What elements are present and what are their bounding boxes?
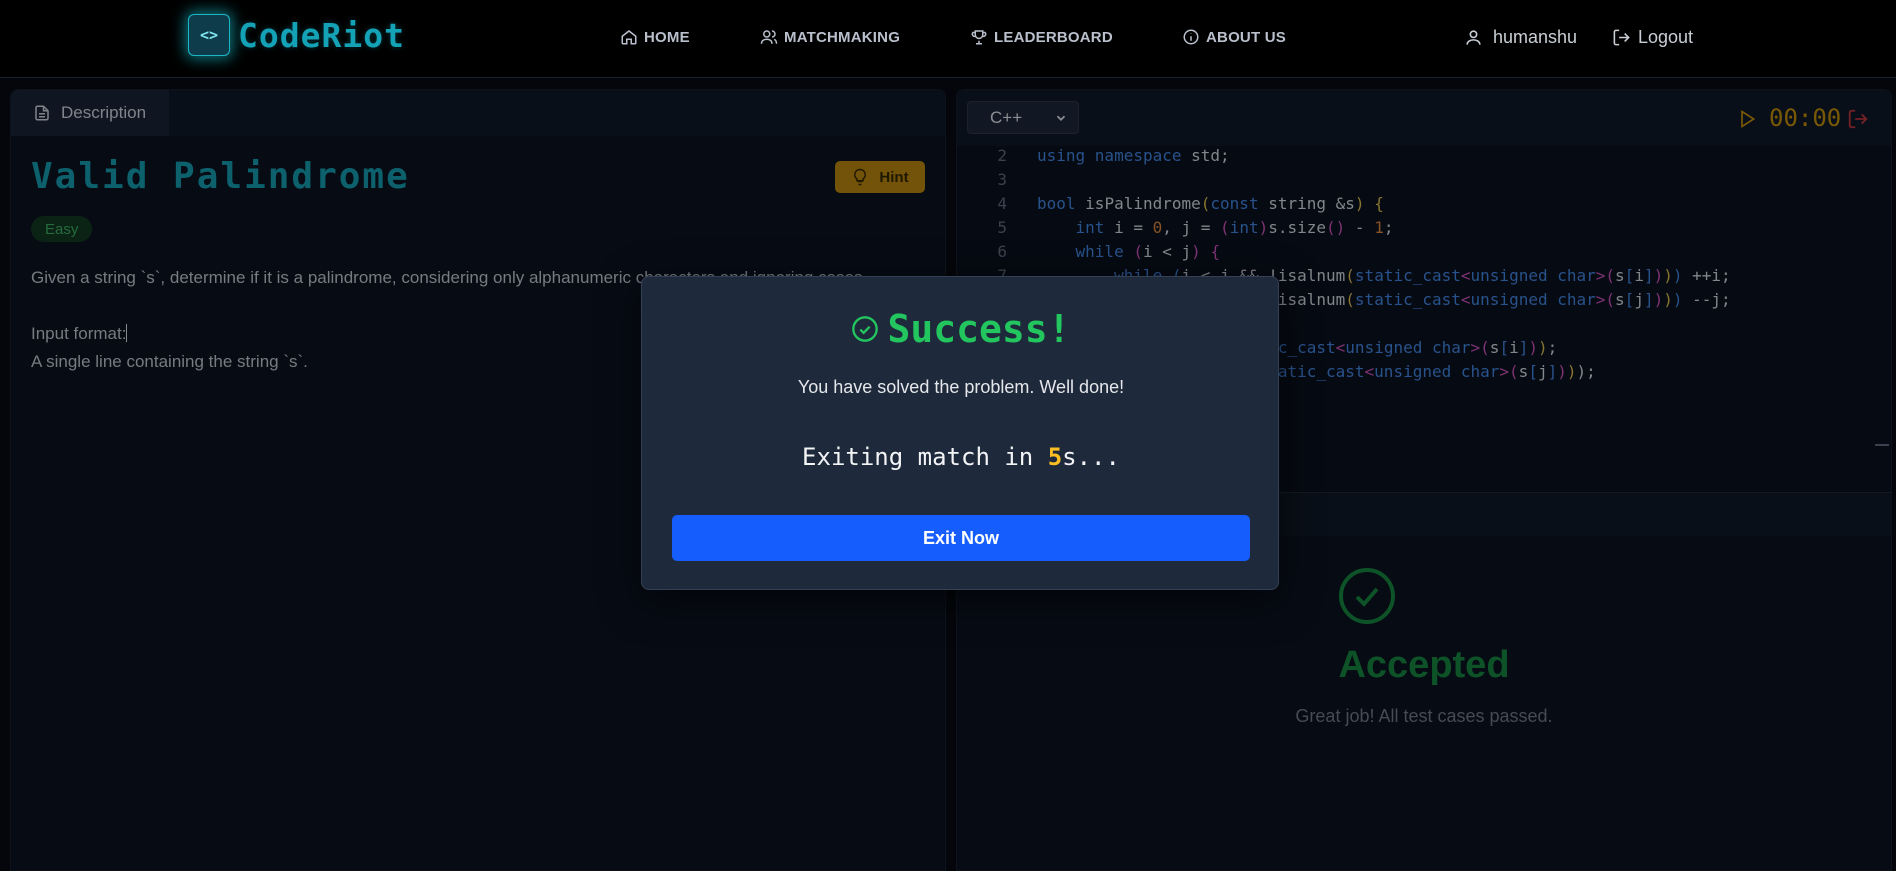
modal-message: You have solved the problem. Well done! [797,377,1125,397]
info-icon [1183,29,1199,45]
user-profile-link[interactable]: humanshu [1464,27,1577,48]
check-circle-icon [852,316,879,342]
modal-header: Success! [642,307,1280,351]
trophy-icon [971,30,987,45]
home-icon [621,30,637,45]
nav-about-us-label: ABOUT US [1206,28,1286,46]
nav-home-label: HOME [644,28,690,46]
success-modal: Success! You have solved the problem. We… [641,276,1279,590]
top-nav-bar: <> CodeRiot HOME MATCHMAKING LEADERBOARD… [0,0,1896,78]
brand-name: CodeRiot [238,15,405,55]
nav-matchmaking-label: MATCHMAKING [784,28,901,46]
exit-countdown: Exiting match in 5s... [642,443,1280,471]
brand-logo[interactable]: <> CodeRiot [188,14,405,56]
username: humanshu [1493,27,1578,47]
exit-now-button[interactable]: Exit Now [672,515,1250,561]
countdown-value: 5 [1047,443,1063,471]
nav-about-us[interactable]: ABOUT US [1182,28,1286,46]
modal-title: Success! [887,307,1071,351]
nav-leaderboard[interactable]: LEADERBOARD [970,28,1113,46]
nav-home[interactable]: HOME [620,28,690,46]
logout-button[interactable]: Logout [1612,27,1693,48]
users-icon [760,30,778,44]
user-icon [1466,30,1481,45]
logout-icon [1613,29,1630,46]
nav-leaderboard-label: LEADERBOARD [994,28,1113,46]
code-brackets-icon: <> [188,14,230,56]
countdown-suffix: s... [1062,443,1120,471]
nav-matchmaking[interactable]: MATCHMAKING [760,28,900,46]
logout-label: Logout [1638,27,1694,47]
countdown-prefix: Exiting match in [802,443,1048,471]
